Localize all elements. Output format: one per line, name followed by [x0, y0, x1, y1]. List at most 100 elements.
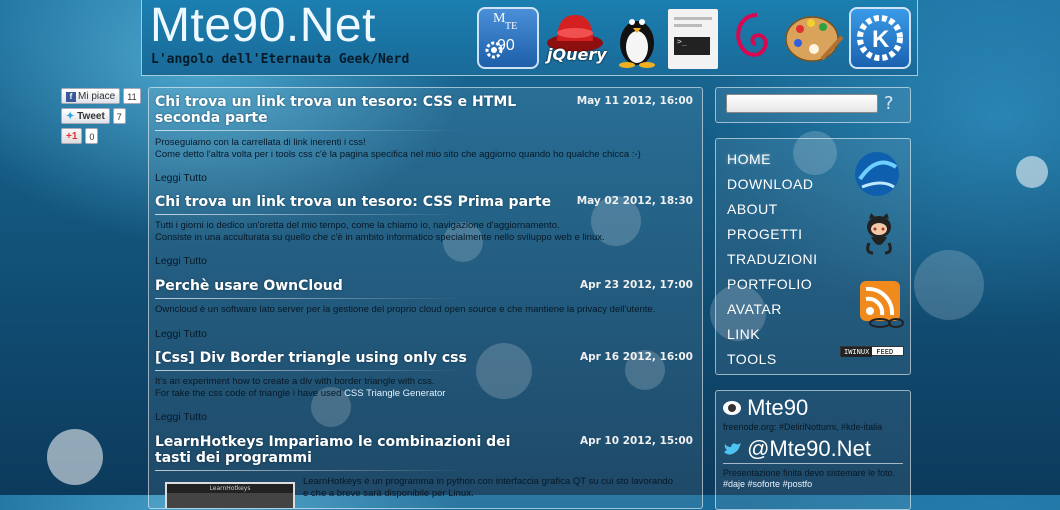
- excerpt-line: For take the css code of triangle i have…: [155, 388, 345, 399]
- post-title[interactable]: Chi trova un link trova un tesoro: CSS P…: [155, 194, 555, 210]
- nav-item-progetti[interactable]: PROGETTI: [727, 226, 803, 242]
- nav-item-link[interactable]: LINK: [727, 326, 760, 342]
- iwinux-feed-badge[interactable]: IWINUX FEED: [840, 346, 904, 357]
- google-plus-label: +1: [66, 131, 78, 142]
- nav-item-avatar[interactable]: AVATAR: [727, 301, 782, 317]
- irc-name[interactable]: Mte90: [747, 395, 808, 420]
- excerpt-line: Owncloud è un software lato server per l…: [155, 304, 656, 315]
- bokeh-bubble: [914, 250, 984, 320]
- bokeh-bubble: [1016, 156, 1048, 188]
- logo-badge-te: TE: [505, 21, 518, 32]
- post-excerpt: Owncloud è un software lato server per l…: [155, 304, 655, 316]
- tux-icon: [619, 19, 655, 68]
- post-date: Apr 16 2012, 16:00: [579, 351, 693, 363]
- post-date: Apr 10 2012, 15:00: [579, 435, 693, 447]
- irc-row: Mte90: [722, 395, 808, 421]
- excerpt-line: It's an experiment how to create a div w…: [155, 376, 435, 387]
- post-excerpt: It's an experiment how to create a div w…: [155, 376, 445, 400]
- read-more-link[interactable]: Leggi Tutto: [155, 255, 207, 267]
- post-title[interactable]: Perchè usare OwnCloud: [155, 278, 525, 294]
- twitter-divider: [723, 463, 903, 464]
- site-subtitle: L'angolo dell'Eternauta Geek/Nerd: [151, 52, 410, 67]
- tweet-text: Presentazione finita devo sistemare le f…: [723, 468, 908, 490]
- search-input[interactable]: [726, 94, 878, 113]
- title-divider: [155, 214, 465, 215]
- nav-item-home[interactable]: HOME: [727, 151, 771, 167]
- excerpt-line: Tutti i giorni io dedico un'oretta del m…: [155, 220, 560, 231]
- read-more-link[interactable]: Leggi Tutto: [155, 172, 207, 184]
- debian-swirl-icon[interactable]: [727, 7, 779, 69]
- logo-badge-m: M: [493, 11, 506, 26]
- mte90-logo-icon[interactable]: M TE 90: [477, 7, 539, 69]
- facebook-like-label: Mi piace: [78, 91, 116, 102]
- post-title[interactable]: LearnHotkeys Impariamo le combinazioni d…: [155, 434, 545, 466]
- title-divider: [155, 470, 465, 471]
- tweet-button[interactable]: ✦ Tweet: [61, 108, 110, 124]
- debian-icon: [736, 13, 768, 57]
- post-title[interactable]: [Css] Div Border triangle using only css: [155, 350, 525, 366]
- hashtag[interactable]: #daje: [723, 479, 745, 489]
- navigation-panel: HOME DOWNLOAD ABOUT PROGETTI TRADUZIONI …: [715, 138, 911, 375]
- post-date: May 02 2012, 18:30: [576, 195, 693, 207]
- kde-logo-icon[interactable]: K: [849, 7, 911, 69]
- tweet-widget[interactable]: ✦ Tweet 7: [61, 108, 126, 124]
- paint-palette-icon[interactable]: [784, 7, 844, 69]
- post-date: Apr 23 2012, 17:00: [579, 279, 693, 291]
- kde-gear-icon: K: [857, 15, 903, 61]
- svg-text:K: K: [872, 26, 890, 53]
- twitter-bird-icon: [724, 443, 741, 455]
- excerpt-line: Come detto l'altra volta per i tools css…: [155, 149, 641, 160]
- badge-right: FEED: [876, 348, 894, 356]
- excerpt-line: LearnHotkeys è un programma in python co…: [303, 476, 673, 487]
- google-plus-widget[interactable]: +1 0: [61, 128, 99, 144]
- tweet-label: Tweet: [77, 111, 105, 122]
- tux-linux-icon[interactable]: [610, 7, 664, 69]
- jquery-label: jQuery: [547, 45, 607, 64]
- nav-item-portfolio[interactable]: PORTFOLIO: [727, 276, 812, 292]
- facebook-like-button[interactable]: f Mi piace: [61, 88, 121, 104]
- excerpt-line: Consiste in una acculturata su quello ch…: [155, 232, 605, 243]
- terminal-prompt: >_: [674, 37, 710, 55]
- hashtag[interactable]: #postfo: [783, 479, 813, 489]
- gear-icon: [485, 41, 503, 59]
- badge-left: IWINUX: [841, 347, 873, 357]
- nav-item-traduzioni[interactable]: TRADUZIONI: [727, 251, 818, 267]
- hashtag[interactable]: #soforte: [748, 479, 781, 489]
- irc-chat-bubble-icon: [723, 401, 741, 415]
- facebook-like-count: 11: [123, 88, 141, 104]
- site-title[interactable]: Mte90.Net: [150, 0, 376, 54]
- posts-panel: Chi trova un link trova un tesoro: CSS e…: [148, 87, 703, 509]
- facebook-like-widget[interactable]: f Mi piace 11: [61, 88, 141, 104]
- twitter-bird-icon: ✦: [66, 111, 75, 122]
- google-plus-count: 0: [85, 128, 99, 144]
- read-more-link[interactable]: Leggi Tutto: [155, 411, 207, 423]
- post-excerpt: Proseguiamo con la carrellata di link in…: [155, 137, 641, 161]
- post-title[interactable]: Chi trova un link trova un tesoro: CSS e…: [155, 94, 525, 126]
- thumbnail-titlebar: LearnHotkeys: [167, 484, 293, 493]
- post-excerpt: Tutti i giorni io dedico un'oretta del m…: [155, 220, 605, 244]
- tweet-body: Presentazione finita devo sistemare le f…: [723, 468, 896, 478]
- terminal-icon[interactable]: >_: [668, 9, 718, 69]
- site-header: Mte90.Net L'angolo dell'Eternauta Geek/N…: [141, 0, 918, 76]
- nav-item-tools[interactable]: TOOLS: [727, 351, 777, 367]
- nav-item-about[interactable]: ABOUT: [727, 201, 778, 217]
- rss-feed-icon[interactable]: [858, 279, 906, 329]
- excerpt-line: Proseguiamo con la carrellata di link in…: [155, 137, 366, 148]
- facebook-icon: f: [66, 92, 76, 102]
- google-plus-button[interactable]: +1: [61, 128, 83, 144]
- jquery-logo-icon[interactable]: jQuery: [543, 7, 607, 69]
- title-divider: [155, 130, 465, 131]
- kde-blue-orb-icon[interactable]: [852, 149, 902, 199]
- github-octocat-icon[interactable]: [861, 213, 897, 257]
- twitter-handle[interactable]: @Mte90.Net: [747, 436, 871, 461]
- nav-item-download[interactable]: DOWNLOAD: [727, 176, 813, 192]
- post-excerpt: LearnHotkeys è un programma in python co…: [303, 476, 673, 500]
- twitter-row: @Mte90.Net: [722, 436, 871, 462]
- irc-channels: freenode.org: #DeliriNotturni, #kde-ital…: [723, 422, 883, 432]
- css-triangle-generator-link[interactable]: CSS Triangle Generator: [344, 388, 445, 399]
- read-more-link[interactable]: Leggi Tutto: [155, 328, 207, 340]
- search-help-icon[interactable]: ?: [884, 93, 894, 114]
- post-thumbnail[interactable]: LearnHotkeys: [165, 482, 295, 508]
- palette-icon: [785, 16, 844, 62]
- post-date: May 11 2012, 16:00: [576, 95, 693, 107]
